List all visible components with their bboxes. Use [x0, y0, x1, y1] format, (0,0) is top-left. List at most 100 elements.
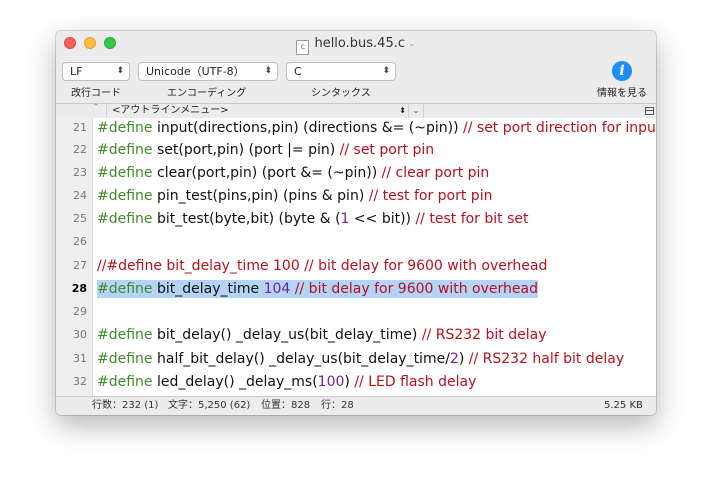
updown-arrow-icon: ⬍ — [399, 106, 406, 115]
keyword: #define — [97, 374, 153, 390]
code-editor[interactable]: 21 #define input(directions,pin) (direct… — [56, 118, 656, 396]
comment: // clear port pin — [381, 165, 490, 181]
line-number: 30 — [73, 328, 87, 341]
comment: // RS232 half bit delay — [468, 351, 625, 367]
code-line[interactable]: 32 #define led_delay() _delay_ms(100) //… — [56, 373, 656, 395]
code-line[interactable]: 23 #define clear(port,pin) (port &= (~pi… — [56, 164, 656, 186]
code-line[interactable]: 26 — [56, 233, 656, 255]
keyword: #define — [97, 188, 153, 204]
line-number: 25 — [73, 212, 87, 225]
comment: // RS232 bit delay — [421, 327, 547, 343]
line-number: 26 — [73, 235, 87, 248]
code-text[interactable]: #define pin_test(pins,pin) (pins & pin) … — [97, 187, 492, 205]
comment: // set port pin — [339, 142, 435, 158]
comment: // test for port pin — [368, 188, 493, 204]
line-number: 23 — [73, 166, 87, 179]
code-text[interactable]: #define half_bit_delay() _delay_us(bit_d… — [97, 350, 624, 368]
line-number: 27 — [73, 259, 87, 272]
window-title: hello.bus.45.c — [314, 36, 405, 51]
comment: // set port direction for input — [463, 120, 656, 136]
chevron-down-icon: ⌄ — [408, 39, 416, 49]
keyword: #define — [97, 120, 153, 136]
code: << bit)) — [349, 211, 416, 227]
position-status: 位置：828 — [261, 400, 311, 411]
code-line[interactable]: 29 — [56, 303, 656, 325]
number-literal: 2 — [449, 351, 459, 367]
keyword: #define — [97, 281, 153, 297]
code: led_delay() _delay_ms( — [152, 374, 318, 390]
line-number: 32 — [73, 375, 87, 388]
updown-arrow-icon: ⬍ — [116, 66, 124, 76]
syntax-value: C — [294, 65, 302, 78]
line-number: 29 — [73, 305, 87, 318]
line-count-status: 行数：232 (1) — [92, 400, 159, 411]
outline-menu-popup[interactable]: <アウトラインメニュー> ⬍ — [106, 104, 408, 118]
updown-arrow-icon: ⬍ — [264, 66, 272, 76]
number-literal: 104 — [263, 281, 291, 297]
code-line[interactable]: 30 #define bit_delay() _delay_us(bit_del… — [56, 326, 656, 348]
encoding-label: エンコーディング — [167, 88, 247, 99]
split-view-icon[interactable] — [645, 107, 654, 115]
code: set(port,pin) (port |= pin) — [152, 142, 340, 158]
row-status: 行：28 — [321, 400, 354, 411]
code: input(directions,pin) (directions &= (~p… — [152, 120, 464, 136]
line-number: 21 — [73, 121, 87, 134]
info-label: 情報を見る — [597, 88, 647, 99]
code-text[interactable]: #define bit_test(byte,bit) (byte & (1 <<… — [97, 210, 529, 228]
keyword: #define — [97, 211, 153, 227]
code-text[interactable]: #define clear(port,pin) (port &= (~pin))… — [97, 164, 489, 182]
line-number-current: 28 — [71, 282, 87, 295]
keyword: #define — [97, 142, 153, 158]
outline-menu-label: <アウトラインメニュー> — [112, 105, 229, 116]
comment: // test for bit set — [415, 211, 529, 227]
code-line[interactable]: 22 #define set(port,pin) (port |= pin) /… — [56, 141, 656, 163]
line-ending-value: LF — [70, 65, 83, 78]
title-bar[interactable]: c hello.bus.45.c ⌄ — [56, 31, 656, 57]
char-count-status: 文字：5,250 (62) — [168, 400, 251, 411]
code: bit_test(byte,bit) (byte & ( — [152, 211, 341, 227]
encoding-popup[interactable]: Unicode（UTF-8） ⬍ — [138, 62, 278, 81]
updown-arrow-icon: ⬍ — [382, 66, 390, 76]
info-icon[interactable]: i — [612, 61, 632, 81]
chevron-up-icon[interactable]: ⌃ — [92, 103, 100, 113]
code-line[interactable]: 24 #define pin_test(pins,pin) (pins & pi… — [56, 187, 656, 209]
line-number: 24 — [73, 189, 87, 202]
code-text[interactable]: #define input(directions,pin) (direction… — [97, 119, 656, 137]
keyword: #define — [97, 327, 153, 343]
syntax-label: シンタックス — [311, 88, 371, 99]
code-text[interactable]: #define set(port,pin) (port |= pin) // s… — [97, 141, 434, 159]
c-file-icon: c — [296, 40, 310, 55]
comment: // bit delay for 9600 with overhead — [290, 281, 538, 297]
code-line-current[interactable]: 28 #define bit_delay_time 104 // bit del… — [56, 280, 656, 302]
window-title-group[interactable]: c hello.bus.45.c ⌄ — [56, 36, 656, 55]
comment[interactable]: //#define bit_delay_time 100 // bit dela… — [97, 257, 547, 275]
code-line[interactable]: 27 //#define bit_delay_time 100 // bit d… — [56, 257, 656, 279]
editor-window: c hello.bus.45.c ⌄ LF ⬍ Unicode（UTF-8） ⬍ C ⬍ … — [56, 31, 656, 415]
line-number: 22 — [73, 143, 87, 156]
line-ending-label: 改行コード — [71, 88, 121, 99]
code: bit_delay_time — [152, 281, 264, 297]
code: ) — [344, 374, 355, 390]
syntax-popup[interactable]: C ⬍ — [286, 62, 396, 81]
status-bar: 行数：232 (1) 文字：5,250 (62) 位置：828 行：28 5.2… — [56, 396, 656, 415]
encoding-value: Unicode（UTF-8） — [146, 65, 245, 78]
navigation-bar: ⌃ <アウトラインメニュー> ⬍ ⌄ — [56, 103, 656, 119]
number-literal: 100 — [317, 374, 345, 390]
code: half_bit_delay() _delay_us(bit_delay_tim… — [152, 351, 450, 367]
comment: // LED flash delay — [354, 374, 477, 390]
keyword: #define — [97, 165, 153, 181]
code: bit_delay() _delay_us(bit_delay_time) — [152, 327, 422, 343]
code-text[interactable]: #define led_delay() _delay_ms(100) // LE… — [97, 373, 476, 391]
keyword: #define — [97, 351, 153, 367]
code-text[interactable]: #define bit_delay() _delay_us(bit_delay_… — [97, 326, 546, 344]
code-line[interactable]: 25 #define bit_test(byte,bit) (byte & (1… — [56, 210, 656, 232]
chevron-down-icon[interactable]: ⌄ — [408, 104, 424, 118]
code-line[interactable]: 31 #define half_bit_delay() _delay_us(bi… — [56, 350, 656, 372]
file-size-status: 5.25 KB — [604, 400, 643, 411]
line-ending-popup[interactable]: LF ⬍ — [62, 62, 130, 81]
code-line[interactable]: 21 #define input(directions,pin) (direct… — [56, 119, 656, 141]
selected-code-text[interactable]: #define bit_delay_time 104 // bit delay … — [97, 280, 538, 298]
code: pin_test(pins,pin) (pins & pin) — [152, 188, 369, 204]
code: clear(port,pin) (port &= (~pin)) — [152, 165, 382, 181]
code: ) — [458, 351, 469, 367]
